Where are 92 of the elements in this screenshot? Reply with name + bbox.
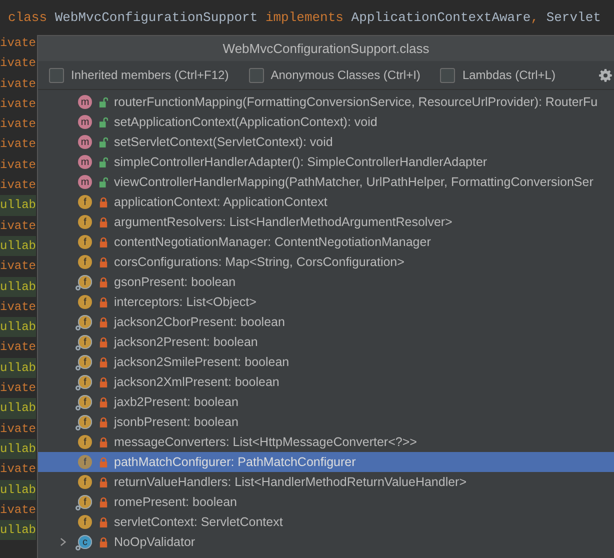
code-line: ivate <box>0 258 36 276</box>
member-row[interactable]: f contentNegotiationManager: ContentNegotiationManager <box>38 232 614 252</box>
member-label: simpleControllerHandlerAdapter(): SimpleControllerHandlerAdapter <box>114 155 488 169</box>
field-icon: f <box>78 455 92 469</box>
member-row[interactable]: f corsConfigurations: Map<String, CorsConfiguration> <box>38 252 614 272</box>
member-row[interactable]: m simpleControllerHandlerAdapter(): SimpleControllerHandlerAdapter <box>38 152 614 172</box>
code-line: ivate <box>0 461 36 478</box>
code-line: ivate <box>0 177 36 194</box>
member-label: NoOpValidator <box>114 535 196 549</box>
settings-icon[interactable] <box>599 68 612 82</box>
method-icon: m <box>78 175 92 189</box>
member-label: corsConfigurations: Map<String, CorsConfiguration> <box>114 255 404 269</box>
code-line: class WebMvcConfigurationSupport implements ApplicationContextAware, Servlet <box>7 9 602 27</box>
field-icon: f <box>78 315 92 329</box>
field-icon: f <box>78 355 92 369</box>
member-label: romePresent: boolean <box>114 495 237 509</box>
member-row[interactable]: f jackson2CborPresent: boolean <box>38 312 614 332</box>
filter-checkbox[interactable]: Anonymous Classes (Ctrl+I) <box>248 68 420 82</box>
member-row[interactable]: c NoOpValidator <box>38 532 614 552</box>
member-label: routerFunctionMapping(FormattingConversionService, ResourceUrlProvider): RouterFu <box>114 95 598 109</box>
member-label: argumentResolvers: List<HandlerMethodArgumentResolver> <box>114 215 452 229</box>
member-label: interceptors: List<Object> <box>114 295 256 309</box>
field-icon: f <box>78 475 92 489</box>
member-row[interactable]: f gsonPresent: boolean <box>38 272 614 292</box>
field-icon: f <box>78 375 92 389</box>
method-icon: m <box>78 95 92 109</box>
field-icon: f <box>78 255 92 269</box>
member-row[interactable]: m viewControllerHandlerMapping(PathMatcher, UrlPathHelper, FormattingConversionSer <box>38 172 614 192</box>
member-label: jsonbPresent: boolean <box>114 415 238 429</box>
member-row[interactable]: f jackson2SmilePresent: boolean <box>38 352 614 372</box>
field-icon: f <box>78 515 92 529</box>
code-line: ivate <box>0 380 36 398</box>
method-icon: m <box>78 115 92 129</box>
member-row[interactable]: f interceptors: List<Object> <box>38 292 614 312</box>
field-icon: f <box>78 215 92 229</box>
field-icon: f <box>78 335 92 349</box>
code-line: ivate <box>0 35 36 52</box>
member-label: viewControllerHandlerMapping(PathMatcher, UrlPathHelper, FormattingConversionSer <box>114 175 594 189</box>
field-icon: f <box>78 195 92 209</box>
code-line: ivate <box>0 136 36 154</box>
member-label: jackson2CborPresent: boolean <box>114 315 285 329</box>
code-line: ivate <box>0 55 36 72</box>
code-line: ivate <box>0 420 36 438</box>
code-line: ivate <box>0 502 36 519</box>
code-line: ivate <box>0 116 36 134</box>
member-label: applicationContext: ApplicationContext <box>114 195 328 209</box>
member-row[interactable]: f applicationContext: ApplicationContext <box>38 192 614 212</box>
member-label: setApplicationContext(ApplicationContext): void <box>114 115 378 129</box>
member-row[interactable]: f pathMatchConfigurer: PathMatchConfigurer <box>38 452 614 472</box>
member-row[interactable]: f jackson2Present: boolean <box>38 332 614 352</box>
code-line: ivate <box>0 339 36 356</box>
field-icon: f <box>78 435 92 449</box>
member-row[interactable]: f messageConverters: List<HttpMessageConverter<?>> <box>38 432 614 452</box>
popup-title: WebMvcConfigurationSupport.class <box>38 36 614 61</box>
member-label: servletContext: ServletContext <box>114 515 283 529</box>
code-line: ivate <box>0 218 36 235</box>
code-line: ivate <box>0 96 36 113</box>
field-icon: f <box>78 295 92 309</box>
member-label: messageConverters: List<HttpMessageConverter<?>> <box>114 435 417 449</box>
member-label: jaxb2Present: boolean <box>114 395 238 409</box>
field-icon: f <box>78 275 92 289</box>
method-icon: m <box>78 135 92 149</box>
chevron-icon[interactable] <box>60 537 67 547</box>
filter-checkbox[interactable]: Lambdas (Ctrl+L) <box>440 68 556 82</box>
member-label: jackson2XmlPresent: boolean <box>114 375 280 389</box>
field-icon: f <box>78 495 92 509</box>
member-row[interactable]: f returnValueHandlers: List<HandlerMethodReturnValueHandler> <box>38 472 614 492</box>
member-row[interactable]: f jsonbPresent: boolean <box>38 412 614 432</box>
field-icon: f <box>78 395 92 409</box>
member-row[interactable]: f jackson2XmlPresent: boolean <box>38 372 614 392</box>
member-label: jackson2SmilePresent: boolean <box>114 355 290 369</box>
member-label: pathMatchConfigurer: PathMatchConfigurer <box>114 455 356 469</box>
member-label: jackson2Present: boolean <box>114 335 258 349</box>
method-icon: m <box>78 155 92 169</box>
member-label: contentNegotiationManager: ContentNegotiationManager <box>114 235 431 249</box>
code-line: ivate <box>0 298 36 316</box>
member-label: gsonPresent: boolean <box>114 275 236 289</box>
code-line: ivate <box>0 76 36 93</box>
field-icon: f <box>78 415 92 429</box>
member-row[interactable]: m routerFunctionMapping(FormattingConversionService, ResourceUrlProvider): RouterFu <box>38 92 614 112</box>
member-label: returnValueHandlers: List<HandlerMethodReturnValueHandler> <box>114 475 467 489</box>
member-row[interactable]: f argumentResolvers: List<HandlerMethodArgumentResolver> <box>38 212 614 232</box>
field-icon: f <box>78 235 92 249</box>
member-row[interactable]: f servletContext: ServletContext <box>38 512 614 532</box>
member-label: setServletContext(ServletContext): void <box>114 135 333 149</box>
member-row[interactable]: m setServletContext(ServletContext): void <box>38 132 614 152</box>
filter-checkbox[interactable]: Inherited members (Ctrl+F12) <box>49 68 229 82</box>
member-row[interactable]: f romePresent: boolean <box>38 492 614 512</box>
member-row[interactable]: m setApplicationContext(ApplicationContext): void <box>38 112 614 132</box>
member-row[interactable]: f jaxb2Present: boolean <box>38 392 614 412</box>
code-line: ivate <box>0 156 36 174</box>
class-icon: c <box>78 535 92 549</box>
